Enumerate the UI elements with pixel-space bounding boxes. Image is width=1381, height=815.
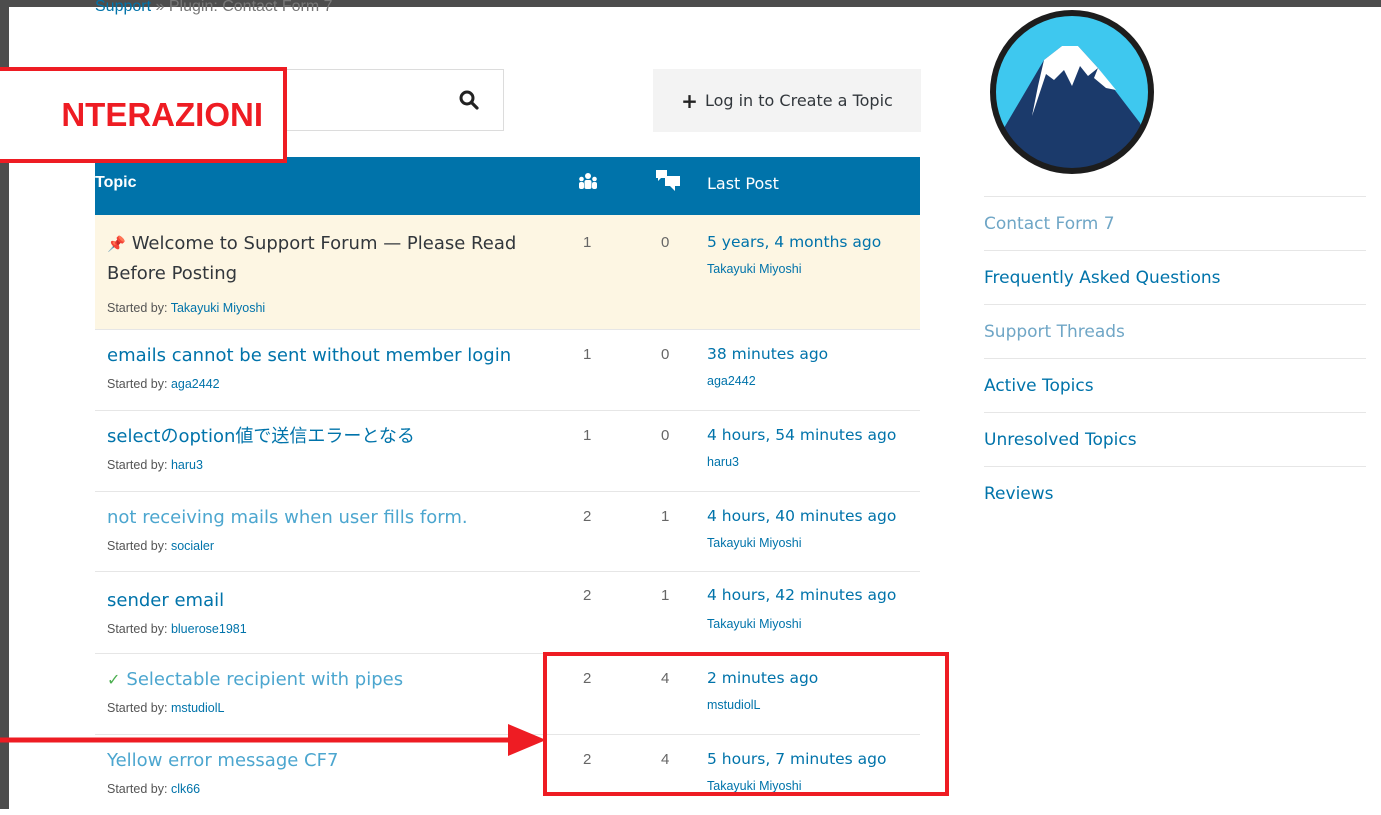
voices-count: 1	[583, 427, 592, 444]
header-last-post: Last Post	[707, 174, 779, 193]
topic-title[interactable]: ✓ Selectable recipient with pipes	[107, 665, 537, 695]
sidebar-item-reviews[interactable]: Reviews	[984, 466, 1366, 520]
sidebar-item-unresolved-topics[interactable]: Unresolved Topics	[984, 412, 1366, 466]
topic-title[interactable]: selectのoption値で送信エラーとなる	[107, 422, 537, 452]
last-author-link[interactable]: Takayuki Miyoshi	[707, 536, 801, 550]
freshness-link[interactable]: 5 years, 4 months ago	[707, 233, 881, 251]
topic-starter: Started by: Takayuki Miyoshi	[107, 301, 266, 315]
table-row: 📌 Welcome to Support Forum — Please Read …	[95, 215, 920, 330]
header-topic: Topic	[95, 174, 137, 191]
last-author-link[interactable]: Takayuki Miyoshi	[707, 617, 801, 631]
topic-title[interactable]: emails cannot be sent without member log…	[107, 341, 537, 371]
topic-title[interactable]: not receiving mails when user fills form…	[107, 503, 537, 533]
posts-count: 1	[661, 508, 670, 525]
annotation-label: NTERAZIONI	[0, 67, 287, 163]
starter-link[interactable]: bluerose1981	[171, 622, 247, 636]
posts-count: 0	[661, 427, 670, 444]
voices-count: 2	[583, 508, 592, 525]
check-icon: ✓	[107, 670, 121, 689]
topic-starter: Started by: socialer	[107, 539, 215, 553]
starter-link[interactable]: Takayuki Miyoshi	[171, 301, 265, 315]
sidebar-menu: Contact Form 7 Frequently Asked Question…	[984, 196, 1366, 520]
sidebar-item-faq[interactable]: Frequently Asked Questions	[984, 250, 1366, 304]
freshness-link[interactable]: 4 hours, 54 minutes ago	[707, 426, 896, 444]
breadcrumb: Support » Plugin: Contact Form 7	[95, 0, 332, 16]
topic-title[interactable]: 📌 Welcome to Support Forum — Please Read …	[107, 229, 537, 289]
table-row: not receiving mails when user fills form…	[95, 492, 920, 572]
voices-count: 1	[583, 346, 592, 363]
starter-link[interactable]: clk66	[171, 782, 200, 796]
topic-starter: Started by: clk66	[107, 782, 201, 796]
annotation-arrow	[0, 724, 546, 756]
breadcrumb-support-link[interactable]: Support	[95, 0, 151, 15]
starter-link[interactable]: socialer	[171, 539, 214, 553]
voices-count: 1	[583, 234, 592, 251]
topic-starter: Started by: aga2442	[107, 377, 220, 391]
breadcrumb-separator: »	[155, 0, 165, 15]
topic-starter: Started by: mstudiolL	[107, 701, 225, 715]
search-icon[interactable]	[457, 88, 481, 112]
topic-starter: Started by: bluerose1981	[107, 622, 247, 636]
posts-count: 0	[661, 346, 670, 363]
topic-title[interactable]: sender email	[107, 586, 537, 616]
voices-count: 2	[583, 587, 592, 604]
users-icon	[579, 173, 597, 189]
last-author-link[interactable]: haru3	[707, 455, 739, 469]
chat-bubbles-icon	[656, 170, 680, 191]
create-topic-button[interactable]: + Log in to Create a Topic	[653, 69, 921, 132]
pin-icon: 📌	[107, 235, 126, 253]
posts-count: 0	[661, 234, 670, 251]
starter-link[interactable]: mstudiolL	[171, 701, 225, 715]
last-author-link[interactable]: Takayuki Miyoshi	[707, 262, 801, 276]
table-row: sender email Started by: bluerose1981 2 …	[95, 572, 920, 654]
table-header: Topic Last Post	[95, 157, 920, 215]
last-author-link[interactable]: aga2442	[707, 374, 756, 388]
sidebar-item-support-threads[interactable]: Support Threads	[984, 304, 1366, 358]
create-topic-label: Log in to Create a Topic	[704, 91, 893, 110]
mountain-logo	[990, 10, 1154, 174]
starter-link[interactable]: aga2442	[171, 377, 220, 391]
posts-count: 1	[661, 587, 670, 604]
breadcrumb-current: Plugin: Contact Form 7	[168, 0, 333, 15]
plus-icon: +	[681, 88, 698, 113]
freshness-link[interactable]: 4 hours, 42 minutes ago	[707, 586, 896, 604]
table-row: selectのoption値で送信エラーとなる Started by: haru…	[95, 411, 920, 492]
topic-starter: Started by: haru3	[107, 458, 203, 472]
freshness-link[interactable]: 4 hours, 40 minutes ago	[707, 507, 896, 525]
starter-link[interactable]: haru3	[171, 458, 203, 472]
table-row: emails cannot be sent without member log…	[95, 330, 920, 411]
sidebar-item-active-topics[interactable]: Active Topics	[984, 358, 1366, 412]
annotation-highlight-box	[543, 652, 949, 796]
freshness-link[interactable]: 38 minutes ago	[707, 345, 828, 363]
sidebar-item-contact-form-7[interactable]: Contact Form 7	[984, 196, 1366, 250]
